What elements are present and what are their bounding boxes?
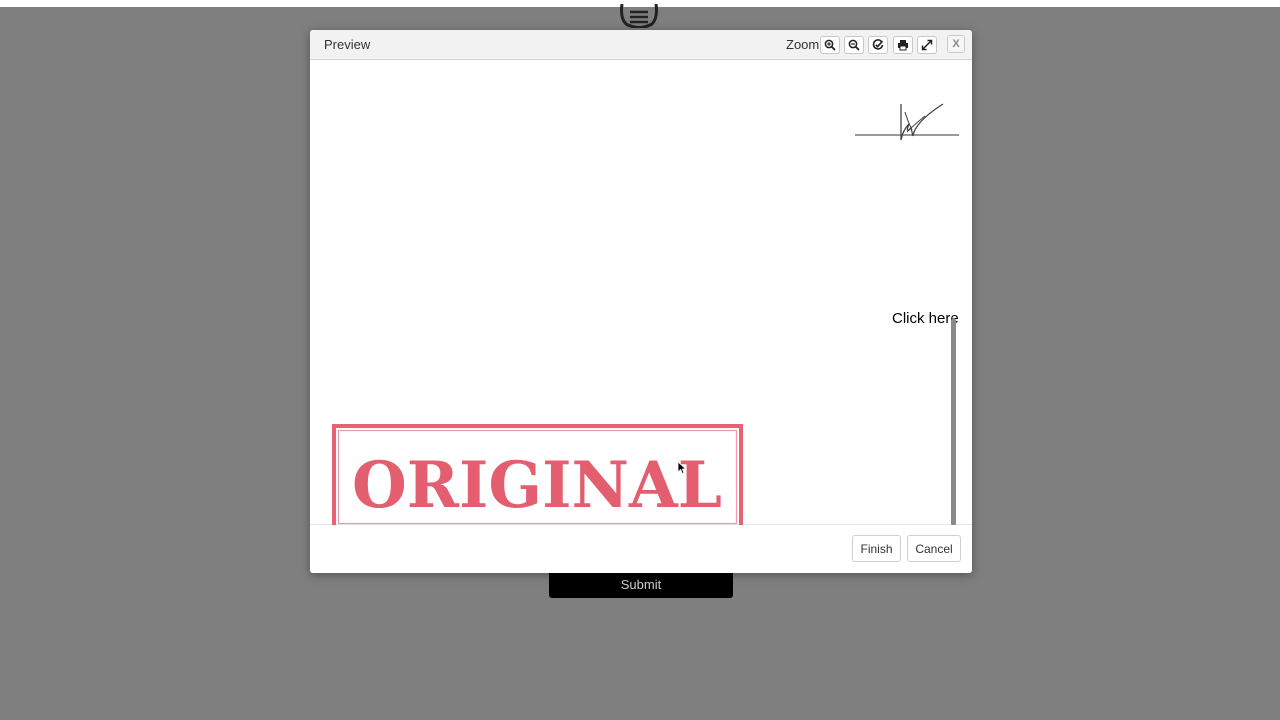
dialog-title: Preview <box>324 37 371 52</box>
zoom-label: Zoom: <box>786 37 823 52</box>
svg-text:ORIGINAL: ORIGINAL <box>352 448 722 523</box>
fullscreen-icon <box>921 39 933 51</box>
submit-button[interactable]: Submit <box>549 570 733 598</box>
fullscreen-button[interactable] <box>917 36 937 54</box>
submit-button-label: Submit <box>620 576 662 592</box>
original-stamp: ORIGINAL <box>332 424 743 530</box>
print-icon <box>898 40 908 51</box>
print-button[interactable] <box>893 36 913 54</box>
cancel-button[interactable]: Cancel <box>907 535 961 562</box>
dialog-header: Preview Zoom: X <box>310 30 972 60</box>
finish-button-label: Finish <box>860 541 893 556</box>
signature-image <box>855 103 959 141</box>
zoom-out-icon <box>848 39 860 51</box>
document-preview[interactable]: Click here ORIGINAL <box>310 60 972 530</box>
dialog-footer: Finish Cancel <box>310 525 972 573</box>
finish-button[interactable]: Finish <box>852 535 901 562</box>
fit-button[interactable] <box>868 36 888 54</box>
fit-check-icon <box>872 39 884 50</box>
click-here-link[interactable]: Click here <box>892 310 959 327</box>
close-icon: X <box>952 38 960 50</box>
close-button[interactable]: X <box>947 35 965 53</box>
mouse-cursor-icon <box>677 461 687 475</box>
cancel-button-label: Cancel <box>915 541 953 556</box>
zoom-in-icon <box>824 39 836 51</box>
hamburger-menu-icon[interactable] <box>618 3 660 29</box>
preview-dialog: Preview Zoom: X Click here ORIGINAL Fini… <box>310 30 972 573</box>
zoom-in-button[interactable] <box>820 36 840 54</box>
zoom-out-button[interactable] <box>844 36 864 54</box>
document-scrollbar[interactable] <box>951 318 956 526</box>
